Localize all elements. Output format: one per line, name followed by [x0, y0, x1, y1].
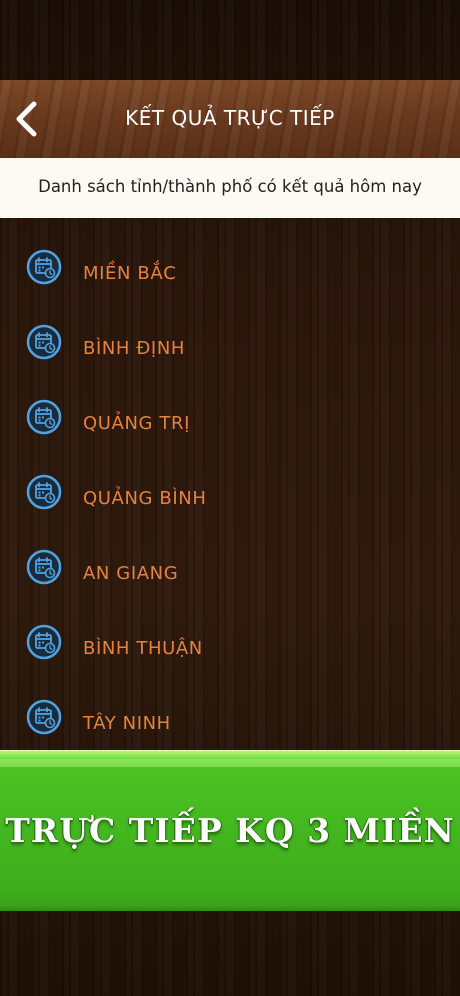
list-item[interactable]: QUẢNG TRỊ: [0, 386, 460, 446]
banner-highlight-stripe: [0, 759, 460, 767]
calendar-clock-icon: [26, 549, 62, 585]
list-item-label: QUẢNG TRỊ: [83, 413, 191, 434]
subtitle-bar: Danh sách tỉnh/thành phố có kết quả hôm …: [0, 158, 460, 218]
list-item[interactable]: TÂY NINH: [0, 686, 460, 746]
list-item[interactable]: AN GIANG: [0, 536, 460, 596]
calendar-clock-icon: [26, 474, 62, 510]
calendar-clock-icon: [26, 624, 62, 660]
list-item[interactable]: MIỀN BẮC: [0, 236, 460, 296]
calendar-clock-icon: [26, 249, 62, 285]
calendar-clock-icon: [26, 699, 62, 735]
list-item[interactable]: BÌNH ĐỊNH: [0, 311, 460, 371]
list-item-label: QUẢNG BÌNH: [83, 488, 207, 509]
calendar-clock-icon: [26, 324, 62, 360]
list-item[interactable]: BÌNH THUẬN: [0, 611, 460, 671]
banner-label: TRỰC TIẾP KQ 3 MIỀN: [5, 811, 455, 850]
list-item-label: MIỀN BẮC: [83, 263, 177, 284]
calendar-clock-icon: [26, 399, 62, 435]
list-item-label: TÂY NINH: [83, 713, 171, 734]
list-item-label: BÌNH ĐỊNH: [83, 338, 186, 359]
top-header-bar: KẾT QUẢ TRỰC TIẾP: [0, 80, 460, 158]
live-results-banner-button[interactable]: TRỰC TIẾP KQ 3 MIỀN: [0, 750, 460, 911]
list-item-label: AN GIANG: [83, 563, 179, 584]
page-title: KẾT QUẢ TRỰC TIẾP: [125, 106, 335, 130]
list-item[interactable]: QUẢNG BÌNH: [0, 461, 460, 521]
list-item-label: BÌNH THUẬN: [83, 638, 203, 659]
subtitle-text: Danh sách tỉnh/thành phố có kết quả hôm …: [38, 177, 422, 196]
